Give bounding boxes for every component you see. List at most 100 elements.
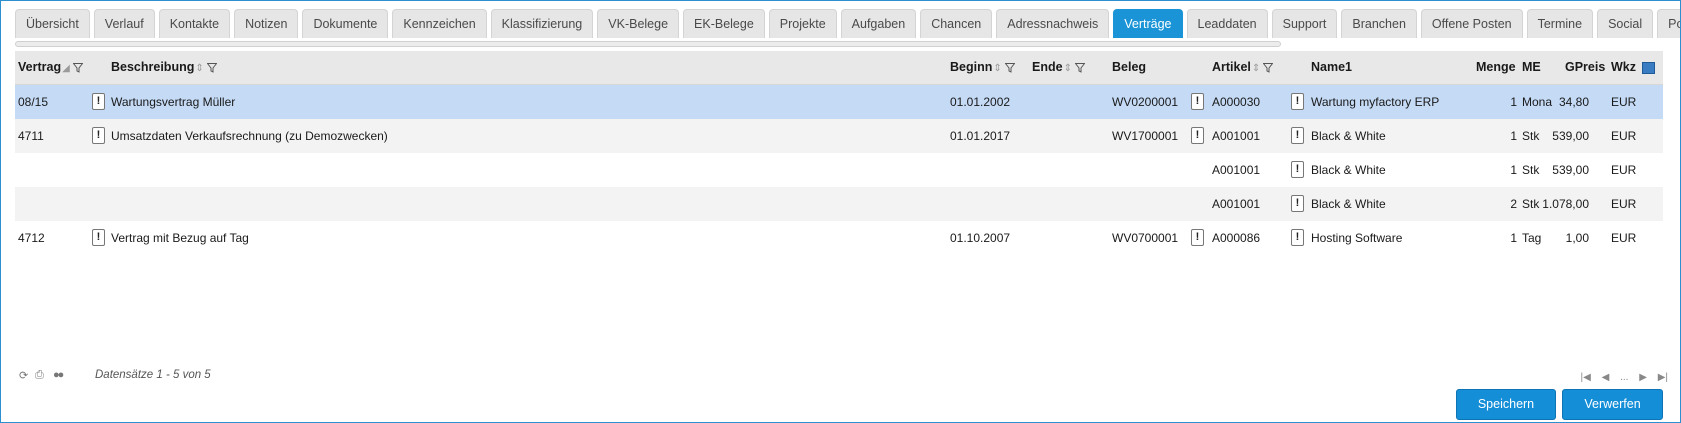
tab-social[interactable]: Social: [1597, 9, 1654, 38]
sort-icon[interactable]: ⇕: [1252, 63, 1260, 74]
col-header-beschreibung[interactable]: Beschreibung⇕: [111, 51, 217, 84]
cell-beleg: WV0200001: [1112, 95, 1179, 109]
cell-vertrag: 4711: [18, 129, 44, 143]
sort-icon[interactable]: ⇕: [1064, 63, 1072, 74]
tab-offene-posten[interactable]: Offene Posten: [1420, 9, 1523, 38]
cell-wkz: EUR: [1611, 95, 1637, 109]
contract-panel: Übersicht Verlauf Kontakte Notizen Dokumente…: [0, 0, 1681, 423]
info-exclamation-icon[interactable]: !: [1291, 93, 1304, 110]
discard-button[interactable]: Verwerfen: [1562, 389, 1663, 420]
cell-artikel: A001001: [1212, 197, 1261, 211]
tab-support[interactable]: Support: [1271, 9, 1338, 38]
tab-adressnachweis[interactable]: Adressnachweis: [996, 9, 1110, 38]
contracts-grid: Vertrag◢ Beschreibung⇕ Beginn⇕ Ende⇕ Bel…: [15, 51, 1663, 255]
col-header-ende[interactable]: Ende⇕: [1032, 51, 1085, 84]
filter-icon[interactable]: [1004, 62, 1015, 73]
tab-übersicht[interactable]: Übersicht: [15, 9, 90, 38]
col-header-beginn[interactable]: Beginn⇕: [950, 51, 1015, 84]
column-settings-icon[interactable]: [1642, 62, 1655, 74]
info-exclamation-icon[interactable]: !: [1291, 229, 1304, 246]
cell-name1: Hosting Software: [1311, 231, 1403, 245]
col-header-beleg[interactable]: Beleg: [1112, 51, 1146, 84]
last-page-icon[interactable]: ▶|: [1658, 372, 1668, 383]
cell-menge: 2: [1510, 197, 1517, 211]
cell-beschreibung: Vertrag mit Bezug auf Tag: [111, 231, 249, 245]
tab-portalbesuche[interactable]: Portalbesuche: [1657, 9, 1680, 38]
tab-kennzeichen[interactable]: Kennzeichen: [392, 9, 487, 38]
table-row[interactable]: 08/15! Wartungsvertrag Müller 01.01.2002 WV…: [15, 85, 1663, 119]
save-button[interactable]: Speichern: [1456, 389, 1556, 420]
sort-asc-icon[interactable]: ◢: [62, 63, 70, 74]
info-exclamation-icon[interactable]: !: [1191, 93, 1204, 110]
print-icon[interactable]: ⎙: [35, 369, 44, 382]
tab-projekte[interactable]: Projekte: [768, 9, 837, 38]
col-header-artikel[interactable]: Artikel⇕: [1212, 51, 1274, 84]
tab-verträge[interactable]: Verträge: [1113, 9, 1183, 38]
col-header-me[interactable]: ME: [1522, 51, 1541, 84]
record-count: Datensätze 1 - 5 von 5: [95, 369, 211, 381]
sort-icon[interactable]: ⇕: [195, 63, 203, 74]
cell-name1: Wartung myfactory ERP: [1311, 95, 1440, 109]
tab-leaddaten[interactable]: Leaddaten: [1186, 9, 1268, 38]
tab-ek-belege[interactable]: EK-Belege: [683, 9, 765, 38]
cell-me: Stk: [1522, 197, 1540, 211]
cell-name1: Black & White: [1311, 129, 1386, 143]
tab-notizen[interactable]: Notizen: [234, 9, 299, 38]
table-row[interactable]: A001001! Black & White 1 Stk 539,00 EUR: [15, 153, 1663, 187]
cell-beleg: WV1700001: [1112, 129, 1179, 143]
cell-menge: 1: [1510, 95, 1517, 109]
first-page-icon[interactable]: |◀: [1581, 372, 1591, 383]
info-exclamation-icon[interactable]: !: [92, 127, 105, 144]
col-header-menge[interactable]: Menge: [1476, 51, 1516, 84]
cell-wkz: EUR: [1611, 163, 1637, 177]
table-row[interactable]: 4711! Umsatzdaten Verkaufsrechnung (zu De…: [15, 119, 1663, 153]
prev-page-icon[interactable]: ◀: [1602, 372, 1610, 383]
filter-icon[interactable]: [206, 62, 217, 73]
sort-icon[interactable]: ⇕: [993, 63, 1001, 74]
cell-artikel: A001001: [1212, 129, 1261, 143]
tab-dokumente[interactable]: Dokumente: [302, 9, 389, 38]
cell-me: Tag: [1522, 231, 1542, 245]
tab-chancen[interactable]: Chancen: [920, 9, 993, 38]
info-exclamation-icon[interactable]: !: [1291, 195, 1304, 212]
tab-scrollbar-thumb[interactable]: [16, 42, 1280, 46]
col-label-gpreis: GPreis: [1565, 60, 1606, 74]
filter-icon[interactable]: [1263, 62, 1274, 73]
cell-beginn: 01.01.2002: [950, 95, 1011, 109]
col-header-wkz[interactable]: Wkz: [1611, 51, 1636, 84]
tab-kontakte[interactable]: Kontakte: [158, 9, 231, 38]
tab-aufgaben[interactable]: Aufgaben: [840, 9, 917, 38]
filter-icon[interactable]: [1074, 62, 1085, 73]
cell-beschreibung: Wartungsvertrag Müller: [111, 95, 236, 109]
tab-branchen[interactable]: Branchen: [1341, 9, 1417, 38]
cell-gpreis: 1,00: [1565, 231, 1589, 245]
col-header-name1[interactable]: Name1: [1311, 51, 1352, 84]
tab-verlauf[interactable]: Verlauf: [93, 9, 155, 38]
filter-icon[interactable]: [72, 62, 83, 73]
refresh-icon[interactable]: ⟳: [19, 369, 28, 382]
col-header-gpreis[interactable]: GPreis: [1565, 51, 1605, 84]
info-exclamation-icon[interactable]: !: [92, 93, 105, 110]
pager-ellipsis[interactable]: ...: [1620, 372, 1628, 383]
next-page-icon[interactable]: ▶: [1639, 372, 1647, 383]
tab-vk-belege[interactable]: VK-Belege: [597, 9, 680, 38]
col-label-beleg: Beleg: [1112, 60, 1147, 74]
tab-scrollbar[interactable]: [15, 41, 1281, 47]
info-exclamation-icon[interactable]: !: [1291, 127, 1304, 144]
cell-name1: Black & White: [1311, 197, 1386, 211]
col-header-vertrag[interactable]: Vertrag◢: [18, 51, 83, 84]
info-exclamation-icon[interactable]: !: [92, 229, 105, 246]
settings-dots-icon[interactable]: ●●: [53, 369, 64, 381]
col-label-artikel: Artikel: [1212, 60, 1251, 74]
table-row[interactable]: 4712! Vertrag mit Bezug auf Tag 01.10.2007…: [15, 221, 1663, 255]
info-exclamation-icon[interactable]: !: [1191, 229, 1204, 246]
tab-termine[interactable]: Termine: [1526, 9, 1594, 38]
cell-menge: 1: [1510, 163, 1517, 177]
cell-me: Stk: [1522, 163, 1540, 177]
cell-wkz: EUR: [1611, 129, 1637, 143]
info-exclamation-icon[interactable]: !: [1191, 127, 1204, 144]
table-row[interactable]: A001001! Black & White 2 Stk 1.078,00 EUR: [15, 187, 1663, 221]
info-exclamation-icon[interactable]: !: [1291, 161, 1304, 178]
tab-klassifizierung[interactable]: Klassifizierung: [490, 9, 594, 38]
pager: |◀ ◀ ... ▶ ▶|: [1573, 372, 1668, 383]
